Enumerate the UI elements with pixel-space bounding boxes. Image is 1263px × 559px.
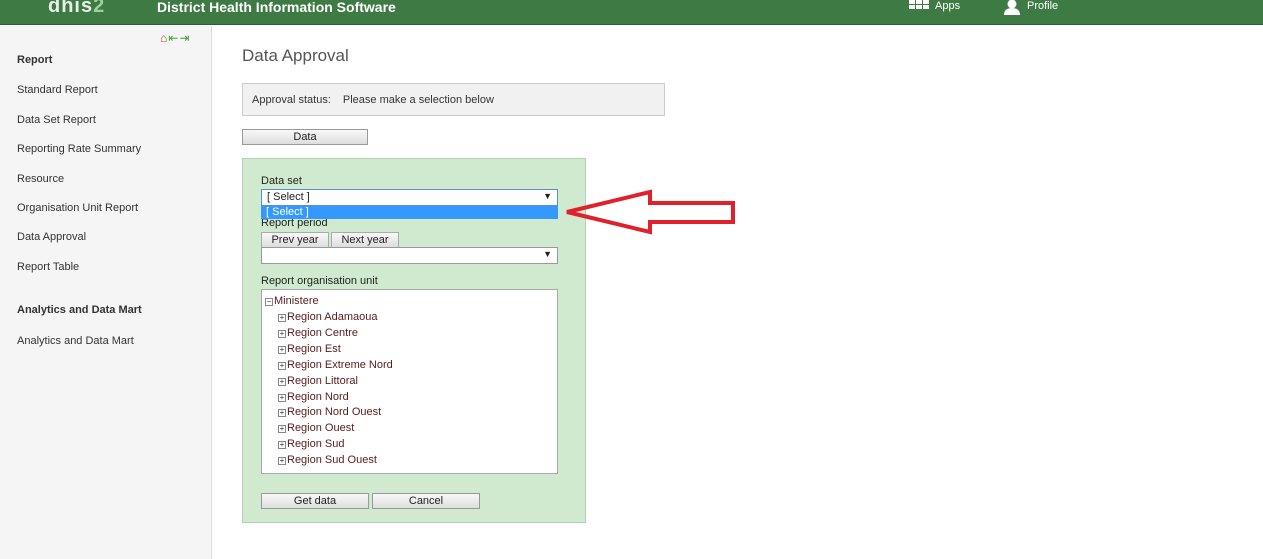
red-arrow-annotation (566, 189, 735, 235)
